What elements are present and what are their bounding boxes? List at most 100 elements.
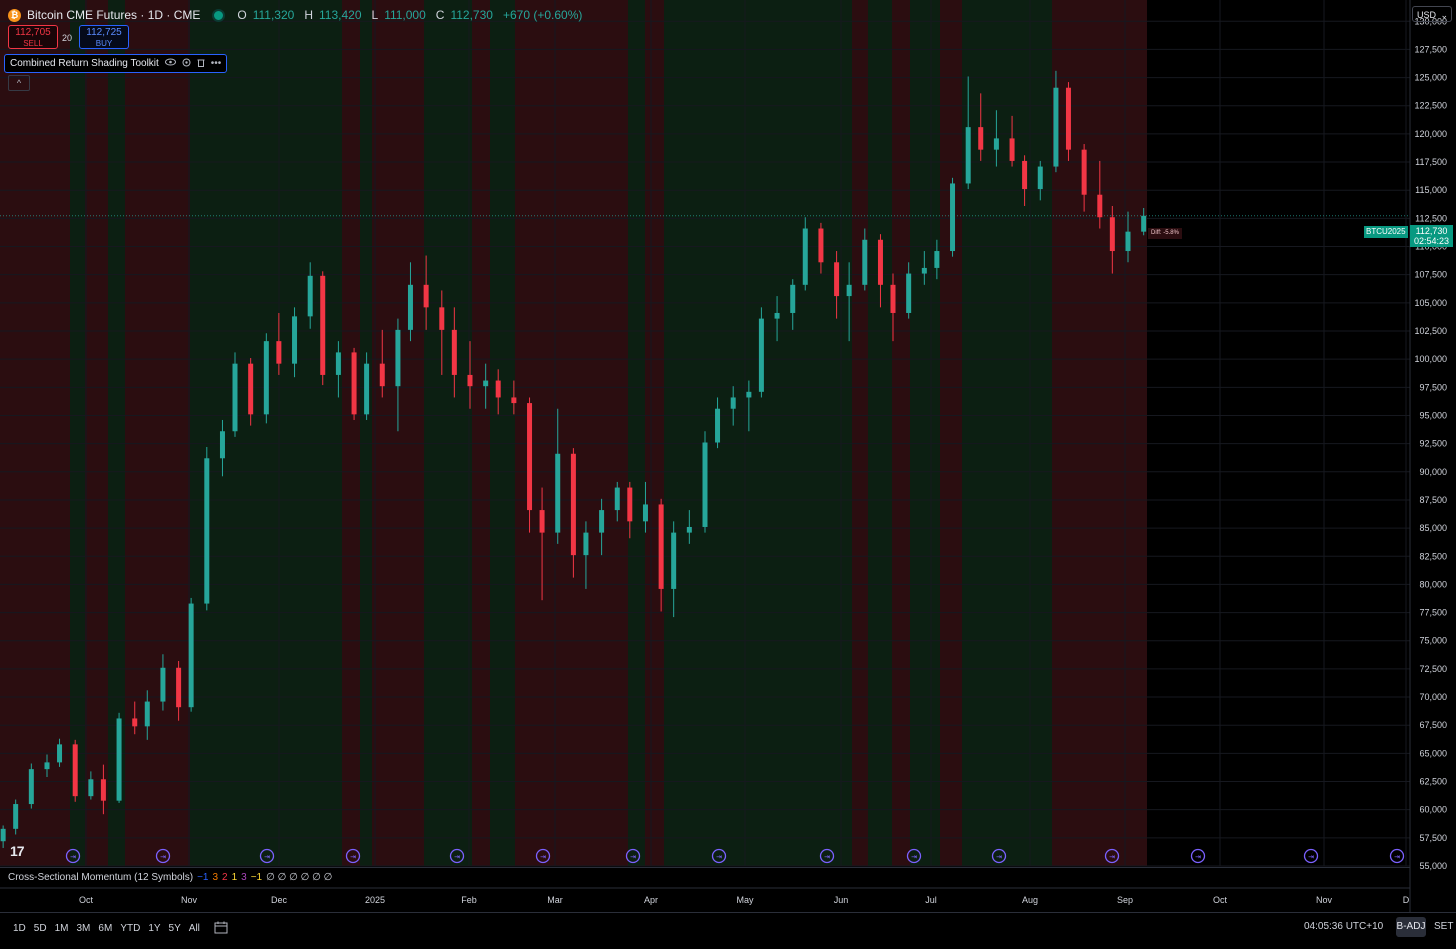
buy-price: 112,725 — [86, 27, 122, 38]
candle-body — [1053, 87, 1059, 167]
x-tick-label: Dec — [271, 895, 288, 905]
candle-body — [176, 667, 182, 708]
indicator-name: Combined Return Shading Toolkit — [10, 58, 159, 69]
y-tick-label: 122,500 — [1414, 101, 1447, 111]
candle-body — [993, 138, 999, 150]
calendar-icon[interactable] — [214, 921, 228, 937]
y-tick-label: 117,500 — [1415, 157, 1447, 167]
candle-body — [248, 363, 254, 415]
candle-body — [335, 352, 341, 375]
range-1m[interactable]: 1M — [55, 923, 69, 934]
clock[interactable]: 04:05:36 UTC+10 — [1304, 921, 1383, 932]
range-6m[interactable]: 6M — [98, 923, 112, 934]
candle-body — [934, 251, 940, 268]
regime-shade — [940, 0, 962, 866]
candle-body — [88, 779, 94, 797]
event-marker-glyph: ⇥ — [540, 854, 546, 861]
candle-body — [627, 487, 633, 522]
back-adjust-button[interactable]: B-ADJ — [1396, 917, 1426, 937]
y-tick-label: 115,000 — [1415, 185, 1447, 195]
candle-body — [407, 284, 413, 330]
candle-body — [1081, 149, 1087, 195]
eye-icon[interactable] — [164, 58, 176, 69]
momentum-value: ∅ ∅ ∅ ∅ ∅ ∅ — [266, 872, 333, 883]
range-ytd[interactable]: YTD — [120, 923, 140, 934]
candle-body — [583, 532, 589, 556]
candle-body — [1125, 231, 1131, 252]
x-tick-label: May — [736, 895, 754, 905]
x-tick-label: D — [1403, 895, 1410, 905]
y-tick-label: 80,000 — [1419, 579, 1447, 589]
range-5d[interactable]: 5D — [34, 923, 47, 934]
range-3m[interactable]: 3M — [77, 923, 91, 934]
event-marker-glyph: ⇥ — [911, 854, 917, 861]
candle-body — [483, 380, 489, 387]
event-marker-glyph: ⇥ — [70, 854, 76, 861]
sell-button[interactable]: 112,705 SELL — [8, 25, 58, 49]
candle-body — [232, 363, 238, 432]
x-tick-label: Nov — [181, 895, 198, 905]
y-tick-label: 75,000 — [1419, 636, 1447, 646]
x-tick-label: Feb — [461, 895, 477, 905]
candle-body — [1009, 138, 1015, 161]
collapse-legend-button[interactable]: ^ — [8, 75, 30, 91]
range-1y[interactable]: 1Y — [148, 923, 160, 934]
buy-label: BUY — [95, 39, 113, 48]
momentum-value: −1 — [250, 872, 263, 883]
regime-shade — [70, 0, 85, 866]
y-tick-label: 95,000 — [1419, 410, 1447, 420]
range-1d[interactable]: 1D — [13, 923, 26, 934]
candle-body — [671, 532, 677, 589]
regime-shade — [645, 0, 664, 866]
candle-body — [351, 352, 357, 415]
low-value: 111,000 — [384, 8, 426, 22]
x-tick-label: 2025 — [365, 895, 385, 905]
candle-body — [890, 284, 896, 313]
regime-shade — [360, 0, 372, 866]
y-tick-label: 72,500 — [1419, 664, 1447, 674]
range-5y[interactable]: 5Y — [169, 923, 181, 934]
candle-body — [1065, 87, 1071, 150]
regime-shade — [85, 0, 108, 866]
regime-shade — [852, 0, 868, 866]
y-tick-label: 65,000 — [1419, 748, 1447, 758]
close-value: 112,730 — [450, 8, 493, 22]
candlestick-chart[interactable]: 55,000 57,500 60,000 62,500 65,000 67,500 70,0… — [0, 0, 1456, 944]
regime-shade — [342, 0, 360, 866]
buy-button[interactable]: 112,725 BUY — [79, 25, 129, 49]
trash-icon[interactable] — [197, 58, 205, 70]
high-label: H — [304, 8, 313, 22]
regime-shade — [372, 0, 424, 866]
x-tick-label: Apr — [644, 895, 658, 905]
close-label: C — [435, 8, 445, 22]
indicator-legend[interactable]: Combined Return Shading Toolkit ••• — [4, 54, 228, 73]
bar-countdown: 02:54:23 — [1413, 236, 1450, 246]
momentum-pane-legend[interactable]: Cross-Sectional Momentum (12 Symbols) −1… — [0, 867, 1410, 887]
momentum-value: 3 — [212, 872, 219, 883]
candle-body — [144, 701, 150, 727]
settings-icon[interactable] — [182, 58, 191, 70]
open-label: O — [237, 8, 247, 22]
y-tick-label: 100,000 — [1414, 354, 1447, 364]
currency-selector[interactable]: USD ⌄ — [1412, 6, 1452, 22]
candle-body — [802, 228, 808, 285]
candle-body — [395, 329, 401, 387]
symbol-title[interactable]: Bitcoin CME Futures · 1D · CME — [27, 8, 200, 22]
candle-body — [527, 403, 533, 511]
event-marker-glyph: ⇥ — [824, 854, 830, 861]
candle-body — [307, 275, 313, 317]
candle-body — [204, 458, 210, 604]
candle-body — [1097, 194, 1103, 218]
more-icon[interactable]: ••• — [211, 58, 222, 69]
candle-body — [511, 397, 517, 404]
range-all[interactable]: All — [189, 923, 200, 934]
candle-body — [132, 718, 138, 727]
candle-body — [467, 374, 473, 387]
candle-body — [599, 510, 605, 533]
event-marker-glyph: ⇥ — [264, 854, 270, 861]
y-tick-label: 125,000 — [1414, 73, 1447, 83]
bottom-toolbar: 1D 5D 1M 3M 6M YTD 1Y 5Y All — [0, 912, 1456, 944]
session-button[interactable]: SET — [1434, 921, 1453, 932]
candle-body — [100, 779, 106, 801]
change-value: +670 (+0.60%) — [502, 8, 583, 22]
